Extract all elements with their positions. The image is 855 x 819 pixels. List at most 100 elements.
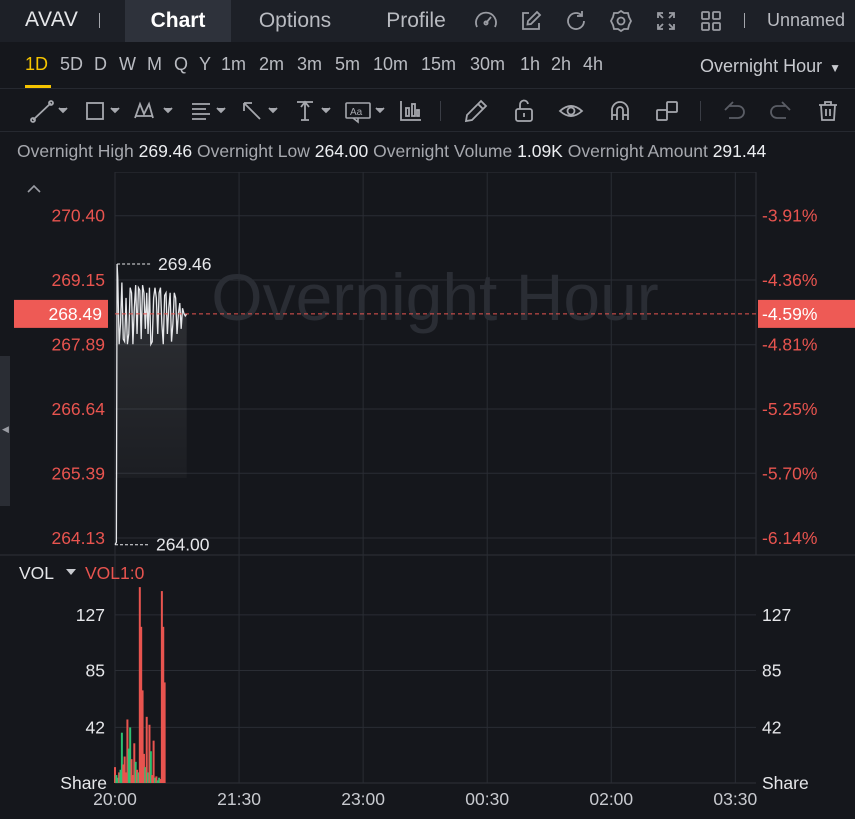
- time-tick-label: 23:00: [341, 789, 385, 809]
- high-marker-label: 269.46: [158, 254, 212, 274]
- copy-layout-icon[interactable]: [654, 98, 680, 124]
- tab-chart[interactable]: Chart: [125, 0, 231, 42]
- refresh-icon[interactable]: [563, 8, 589, 34]
- timeframe-30m[interactable]: 30m: [470, 54, 505, 75]
- price-tick-label: 264.13: [51, 528, 105, 548]
- current-price-label: 268.49: [48, 304, 102, 324]
- divider: [99, 13, 100, 28]
- stat-value: 291.44: [712, 141, 767, 161]
- timeframe-1m[interactable]: 1m: [221, 54, 246, 75]
- price-tick-label: 270.40: [51, 206, 105, 226]
- low-marker-label: 264.00: [156, 535, 210, 555]
- redo-icon[interactable]: [768, 98, 794, 124]
- fib-icon[interactable]: [190, 98, 232, 124]
- time-tick-label: 00:30: [465, 789, 509, 809]
- volume-indicator-label: VOL1:0: [85, 563, 145, 583]
- price-tick-label: 267.89: [51, 335, 105, 355]
- tab-options[interactable]: Options: [240, 0, 350, 42]
- price-tick-label: 269.15: [51, 270, 105, 290]
- stat-label: Overnight Volume: [373, 141, 513, 161]
- overnight-stats: Overnight High 269.46 Overnight Low 264.…: [17, 141, 766, 162]
- timeframe-5d[interactable]: 5D: [60, 54, 83, 75]
- percent-tick-label: -4.81%: [762, 335, 817, 355]
- collapse-up-icon[interactable]: [27, 184, 41, 193]
- stat-value: 1.09K: [517, 141, 563, 161]
- drawing-toolbar: Aa: [0, 88, 855, 132]
- volume-tick-label: 127: [76, 605, 105, 625]
- stat-value: 269.46: [138, 141, 193, 161]
- price-pane-frame: [114, 172, 757, 556]
- price-chart[interactable]: Overnight Hour 269.46264.00268.49 -4.59% …: [0, 172, 855, 819]
- volume-tick-label-right: 42: [762, 717, 781, 737]
- edit-icon[interactable]: [518, 8, 544, 34]
- timeframe-m[interactable]: M: [147, 54, 162, 75]
- divider: [700, 101, 701, 121]
- volume-title: VOL: [19, 563, 54, 583]
- ticker-symbol[interactable]: AVAV: [25, 8, 78, 32]
- layout-grid-icon[interactable]: [698, 8, 724, 34]
- caret-down-icon: [66, 569, 76, 575]
- indicator-icon[interactable]: [398, 98, 424, 124]
- timeframe-1d[interactable]: 1D: [25, 54, 48, 75]
- eye-icon[interactable]: [558, 98, 584, 124]
- timeframe-15m[interactable]: 15m: [421, 54, 456, 75]
- magnet-icon[interactable]: [607, 98, 633, 124]
- fullscreen-icon[interactable]: [653, 8, 679, 34]
- timeframe-2m[interactable]: 2m: [259, 54, 284, 75]
- percent-tick-label: -6.14%: [762, 528, 817, 548]
- trash-icon[interactable]: [815, 98, 841, 124]
- unlock-icon[interactable]: [511, 98, 537, 124]
- timeframe-2h[interactable]: 2h: [551, 54, 571, 75]
- pattern-icon[interactable]: [133, 98, 179, 124]
- settings-icon[interactable]: [608, 8, 634, 34]
- timeframe-10m[interactable]: 10m: [373, 54, 408, 75]
- price-tick-label: 265.39: [51, 463, 105, 483]
- volume-bar: [152, 740, 155, 783]
- layout-name[interactable]: Unnamed: [767, 10, 845, 31]
- tab-profile[interactable]: Profile: [370, 0, 462, 42]
- side-collapse-handle[interactable]: ◀: [0, 356, 10, 506]
- trend-line-icon[interactable]: [30, 98, 72, 124]
- session-dropdown[interactable]: Overnight Hour ▼: [700, 56, 841, 77]
- volume-tick-label: 85: [86, 661, 105, 681]
- volume-unit-label-right: Share: [762, 773, 809, 793]
- stat-label: Overnight Low: [197, 141, 310, 161]
- volume-unit-label: Share: [60, 773, 107, 793]
- pencil-icon[interactable]: [463, 98, 489, 124]
- chevron-left-icon: ◀: [2, 424, 9, 434]
- vertical-measure-icon[interactable]: [294, 98, 336, 124]
- timeframe-w[interactable]: W: [119, 54, 136, 75]
- top-header: AVAV Chart Options Profile Unnamed: [0, 0, 855, 42]
- stat-value: 264.00: [314, 141, 369, 161]
- time-tick-label: 21:30: [217, 789, 261, 809]
- gauge-icon[interactable]: [473, 8, 499, 34]
- rectangle-icon[interactable]: [84, 98, 126, 124]
- arrow-icon[interactable]: [241, 98, 283, 124]
- session-label: Overnight Hour: [700, 56, 823, 76]
- chart-watermark: Overnight Hour: [211, 260, 659, 334]
- stat-label: Overnight Amount: [567, 141, 708, 161]
- timeframe-3m[interactable]: 3m: [297, 54, 322, 75]
- undo-icon[interactable]: [721, 98, 747, 124]
- volume-tick-label-right: 127: [762, 605, 791, 625]
- timeframe-q[interactable]: Q: [174, 54, 188, 75]
- volume-tick-label: 42: [86, 717, 105, 737]
- volume-tick-label-right: 85: [762, 661, 781, 681]
- price-tick-label: 266.64: [51, 399, 105, 419]
- divider: [440, 101, 441, 121]
- time-tick-label: 03:30: [713, 789, 757, 809]
- percent-tick-label: -3.91%: [762, 206, 817, 226]
- timeframe-bar: 1D 5D D W M Q Y 1m 2m 3m 5m 10m 15m 30m …: [0, 42, 855, 88]
- volume-bar: [163, 682, 166, 783]
- percent-tick-label: -5.70%: [762, 463, 817, 483]
- svg-text:Aa: Aa: [350, 107, 363, 118]
- timeframe-1h[interactable]: 1h: [520, 54, 540, 75]
- timeframe-5m[interactable]: 5m: [335, 54, 360, 75]
- timeframe-4h[interactable]: 4h: [583, 54, 603, 75]
- current-change-label: -4.59%: [762, 304, 817, 324]
- time-tick-label: 02:00: [589, 789, 633, 809]
- timeframe-y[interactable]: Y: [199, 54, 211, 75]
- text-icon[interactable]: Aa: [345, 98, 391, 124]
- timeframe-d[interactable]: D: [94, 54, 107, 75]
- divider: [744, 13, 745, 28]
